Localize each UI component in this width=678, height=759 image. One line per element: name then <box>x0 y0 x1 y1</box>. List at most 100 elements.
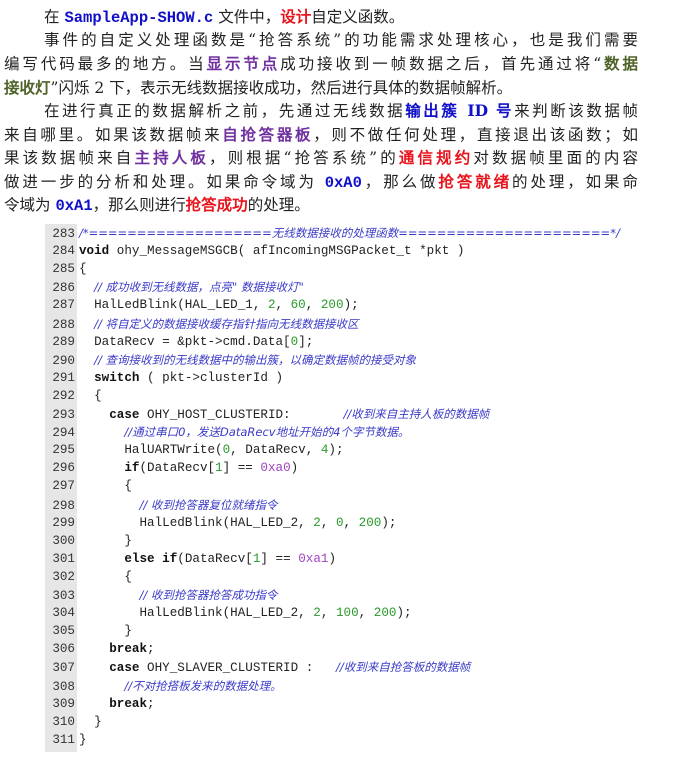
line-number: 305 <box>52 624 75 639</box>
code-comment: //收到来自抢答板的数据帧 <box>335 660 471 675</box>
code-text: OHY_SLAVER_CLUSTERID : <box>139 661 336 676</box>
code-text: (DataRecv[ <box>177 551 253 566</box>
highlighted-term: SampleApp-SHOW.c <box>64 9 214 27</box>
text-run: 令域为 <box>4 196 56 214</box>
code-text: , DataRecv, <box>230 443 321 458</box>
code-text: } <box>79 714 102 729</box>
line-number: 308 <box>52 679 75 694</box>
code-text: ( pkt->clusterId ) <box>139 370 284 385</box>
code-text: ] == <box>260 551 299 566</box>
text-run: 果该数据帧来自 <box>4 149 135 167</box>
highlighted-term: 输出簇 ID 号 <box>405 101 515 120</box>
code-keyword: break <box>109 642 148 657</box>
highlighted-term: 抢答成功 <box>185 195 248 214</box>
code-line: 296 if(DataRecv[1] == 0xa0) <box>45 459 298 477</box>
code-line: 295 HalUARTWrite(0, DataRecv, 4); <box>45 441 343 459</box>
line-number: 311 <box>52 732 75 747</box>
code-text: } <box>79 533 132 548</box>
text-run: 的处理，如果命 <box>512 172 638 191</box>
code-keyword: break <box>109 696 148 711</box>
code-line: 288 // 将自定义的数据接收缓存指针指向无线数据接收区 <box>45 315 358 333</box>
code-line: 304 HalLedBlink(HAL_LED_2, 2, 100, 200); <box>45 604 412 622</box>
code-hex-literal: 0xa1 <box>298 551 329 566</box>
line-number: 291 <box>52 370 75 385</box>
text-run: ，那么则进行 <box>92 196 186 214</box>
code-text: OHY_HOST_CLUSTERID: <box>139 408 344 422</box>
code-line: 309 break; <box>45 695 154 713</box>
code-number: 2 <box>267 298 276 313</box>
code-line: 292 { <box>45 387 102 405</box>
text-run: 自定义函数。 <box>311 8 405 26</box>
code-line: 283 /*===================无线数据接收的处理函数=====… <box>45 224 620 242</box>
line-number: 298 <box>52 498 75 513</box>
line-number: 295 <box>52 443 75 458</box>
code-keyword: case <box>109 408 140 422</box>
line-number: 289 <box>52 334 75 349</box>
paragraph-line: 在进行真正的数据解析之前，先通过无线数据输出簇 ID 号来判断该数据帧 <box>4 99 638 123</box>
code-keyword: else if <box>124 551 178 566</box>
code-text: { <box>79 479 132 494</box>
line-number: 303 <box>52 589 75 603</box>
code-keyword: if <box>124 461 140 476</box>
code-comment: /*===================无线数据接收的处理函数========… <box>79 226 620 240</box>
code-text: , <box>275 298 291 313</box>
code-line: 284 void ohy_MessageMSGCB( afIncomingMSGP… <box>45 242 464 260</box>
highlighted-term: 自抢答器板 <box>222 124 314 144</box>
line-number: 292 <box>52 388 75 403</box>
line-number: 302 <box>52 569 75 584</box>
code-number: 1 <box>215 461 223 476</box>
code-text: ); <box>343 298 359 313</box>
line-number: 296 <box>52 461 75 476</box>
paragraph-line: 编写代码最多的地方。当显示节点成功接收到一帧数据之后，首先通过将“数据 <box>4 52 638 76</box>
line-number: 290 <box>52 353 75 368</box>
code-text: HalLedBlink(HAL_LED_2, <box>79 606 314 621</box>
code-comment: // 收到抢答器抢答成功指令 <box>139 588 278 602</box>
line-number: 285 <box>52 262 75 277</box>
code-text: ); <box>396 606 412 621</box>
code-text: , <box>320 515 336 530</box>
line-number: 293 <box>52 408 75 422</box>
highlighted-term: 通信规约 <box>398 148 474 167</box>
code-number: 200 <box>373 606 397 621</box>
code-keyword: void <box>79 244 110 259</box>
code-line: 310 } <box>45 713 102 731</box>
code-text: , <box>343 515 359 530</box>
code-text: (DataRecv[ <box>139 461 216 476</box>
text-run: 事件的自定义处理函数是“抢答系统”的功能需求处理核心，也是我们需要 <box>44 30 638 49</box>
code-text: , <box>305 298 321 313</box>
code-text: ) <box>328 551 336 566</box>
code-text: ] == <box>222 461 261 476</box>
code-text: ohy_MessageMSGCB( afIncomingMSGPacket_t … <box>109 244 465 259</box>
code-line: 301 else if(DataRecv[1] == 0xa1) <box>45 550 336 568</box>
code-line: 303 // 收到抢答器抢答成功指令 <box>45 586 277 604</box>
code-text: , <box>320 606 336 621</box>
code-text: ); <box>381 515 397 530</box>
code-hex-literal: 0xa0 <box>260 461 291 476</box>
text-run: 来判断该数据帧 <box>514 102 638 120</box>
highlighted-term: 显示节点 <box>206 54 281 73</box>
highlighted-term: 0xA0 <box>324 173 362 192</box>
text-run: 编写代码最多的地方。当 <box>4 55 207 73</box>
line-number: 294 <box>52 426 75 441</box>
code-text: HalLedBlink(HAL_LED_2, <box>79 515 314 530</box>
text-run: ，则根据“抢答系统”的 <box>209 149 399 167</box>
line-number: 307 <box>52 661 75 676</box>
text-run: 的处理。 <box>247 196 310 214</box>
code-line: 289 DataRecv = &pkt->cmd.Data[0]; <box>45 333 313 351</box>
highlighted-term: 数据 <box>601 54 638 73</box>
code-text: { <box>79 388 102 403</box>
line-number: 301 <box>52 551 75 566</box>
code-keyword: switch <box>94 370 140 385</box>
code-line: 286 // 成功收到无线数据，点亮" 数据接收灯" <box>45 278 303 296</box>
line-number: 309 <box>52 696 75 711</box>
